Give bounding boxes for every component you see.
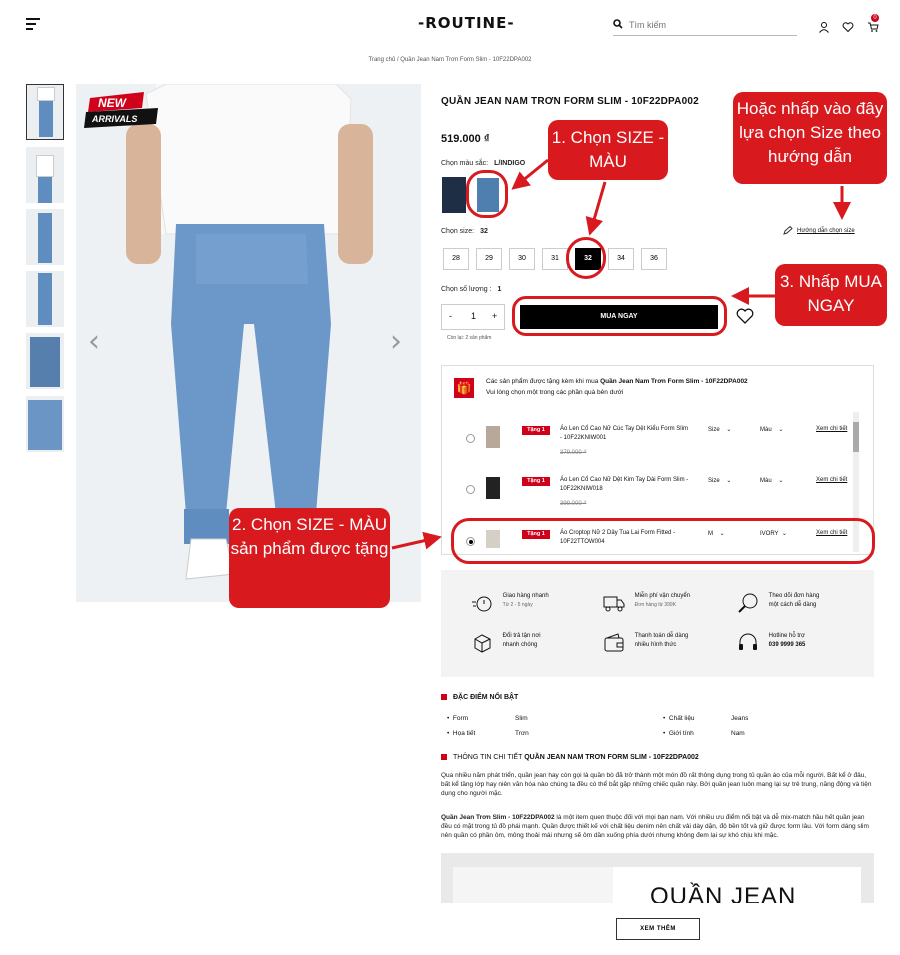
- arrow-to-swatch: [511, 158, 549, 190]
- arrow-to-size: [585, 181, 607, 236]
- arrow-to-gift: [391, 531, 442, 550]
- annotation-arrows: [391, 158, 851, 550]
